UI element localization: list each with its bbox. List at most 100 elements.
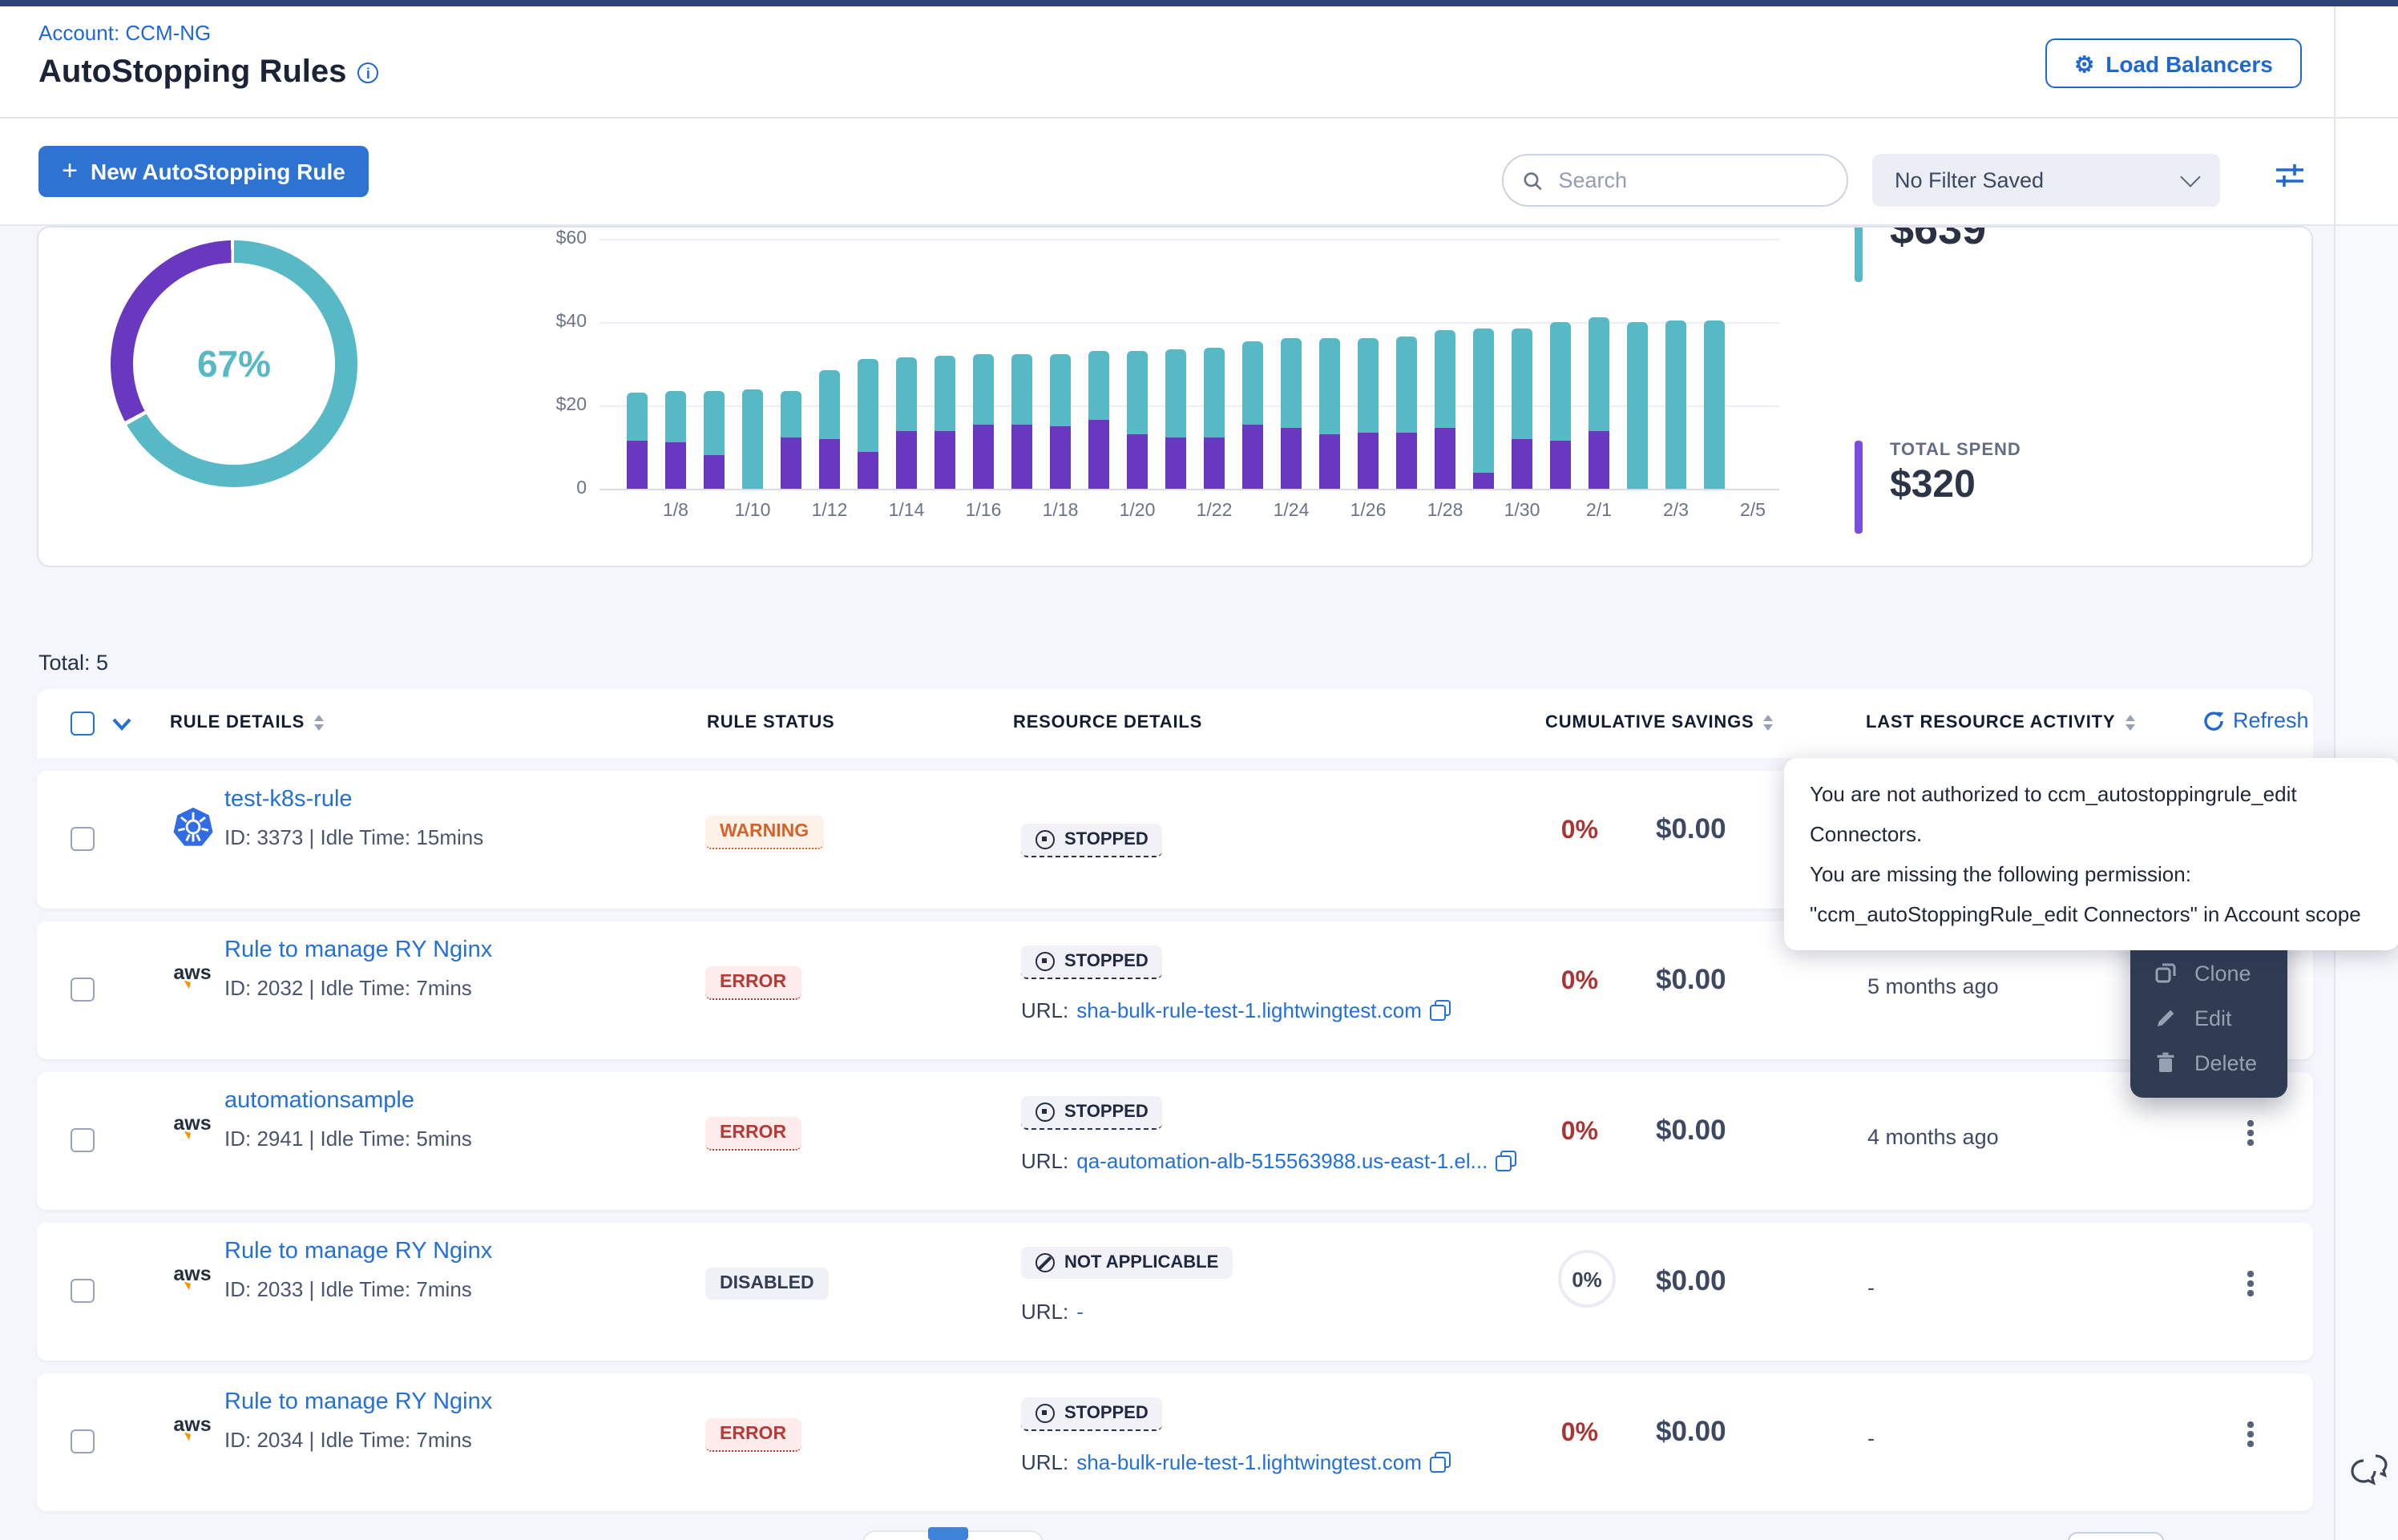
menu-item-clone[interactable]: Clone [2130, 950, 2287, 995]
row-actions-menu-icon[interactable] [2239, 1271, 2262, 1296]
load-balancers-button[interactable]: ⚙ Load Balancers [2045, 38, 2302, 88]
new-autostopping-rule-button[interactable]: + New AutoStopping Rule [38, 146, 369, 197]
toolbar: + New AutoStopping Rule No Filter Saved [0, 119, 2398, 226]
rule-name-link[interactable]: test-k8s-rule [224, 787, 353, 812]
aws-icon: aws [168, 963, 216, 982]
breadcrumb-account-link[interactable]: Account: CCM-NG [38, 21, 211, 45]
rule-name-link[interactable]: Rule to manage RY Nginx [224, 937, 492, 963]
x-tick-label: 1/12 [797, 502, 862, 521]
status-badge: ERROR [705, 1117, 801, 1151]
resource-url-link[interactable]: qa-automation-alb-515563988.us-east-1.el… [1076, 1149, 1488, 1173]
sort-icon [1764, 715, 1774, 731]
saved-filter-select[interactable]: No Filter Saved [1872, 154, 2220, 207]
resource-url-line: URL: sha-bulk-rule-test-1.lightwingtest.… [1021, 998, 1451, 1022]
bar-1/18 [1050, 353, 1071, 489]
resource-state-badge: NOT APPLICABLE [1021, 1247, 1233, 1279]
bar-1/13 [858, 360, 878, 489]
last-activity: - [1867, 1276, 1875, 1300]
select-all-checkbox[interactable] [71, 712, 95, 736]
bar-2/3 [1665, 320, 1686, 489]
savings-percent: 0% [1502, 968, 1598, 997]
total-savings-value: $639 [1890, 226, 1986, 255]
savings-legend-swatch [1855, 226, 1863, 282]
refresh-button[interactable]: Refresh [2202, 708, 2309, 732]
autostopping-rules-page: Account: CCM-NG AutoStopping Rules i ⚙ L… [0, 0, 2398, 1540]
copy-icon[interactable] [1496, 1151, 1516, 1171]
column-cumulative-savings[interactable]: CUMULATIVE SAVINGS [1545, 713, 1774, 732]
bar-1/14 [896, 357, 917, 489]
row-checkbox[interactable] [71, 1429, 95, 1453]
info-icon[interactable]: i [357, 62, 378, 83]
search-input[interactable] [1555, 167, 1827, 194]
rule-name-link[interactable]: Rule to manage RY Nginx [224, 1239, 492, 1264]
table-row: aws automationsample ID: 2941 | Idle Tim… [37, 1072, 2313, 1210]
tooltip-caret [2188, 878, 2217, 909]
bar-1/10 [742, 389, 763, 489]
bar-1/31 [1550, 322, 1571, 489]
search-icon [1523, 169, 1542, 191]
chevron-down-icon [2180, 167, 2200, 187]
tooltip-line: You are not authorized to ccm_autostoppi… [1810, 774, 2374, 854]
chat-support-icon[interactable] [2347, 1450, 2392, 1492]
x-tick-label: 1/20 [1105, 502, 1169, 521]
bar-2/2 [1627, 322, 1648, 489]
stopped-icon [1036, 1404, 1055, 1423]
copy-icon[interactable] [1430, 1000, 1451, 1021]
resource-url-link[interactable]: sha-bulk-rule-test-1.lightwingtest.com [1076, 998, 1422, 1022]
column-rule-status: RULE STATUS [707, 713, 835, 732]
gear-icon: ⚙ [2074, 52, 2094, 75]
bar-1/16 [973, 353, 994, 489]
permission-tooltip: You are not authorized to ccm_autostoppi… [1784, 758, 2398, 950]
page-title: AutoStopping Rules i [38, 54, 378, 91]
row-checkbox[interactable] [71, 1128, 95, 1152]
pagination-active-page[interactable] [928, 1527, 968, 1540]
savings-amount: $0.00 [1656, 1264, 1726, 1298]
not-applicable-icon [1036, 1253, 1055, 1272]
menu-item-delete[interactable]: Delete [2130, 1040, 2287, 1085]
search-box[interactable] [1502, 154, 1848, 207]
savings-percent: 0% [1502, 1420, 1598, 1449]
aws-icon: aws [168, 1415, 216, 1434]
column-resource-details: RESOURCE DETAILS [1013, 713, 1202, 732]
row-checkbox[interactable] [71, 978, 95, 1002]
savings-amount: $0.00 [1656, 1114, 1726, 1147]
bar-1/30 [1512, 329, 1532, 489]
trash-icon [2154, 1051, 2177, 1074]
x-tick-label: 1/26 [1336, 502, 1400, 521]
row-checkbox[interactable] [71, 827, 95, 851]
row-actions-menu-icon[interactable] [2239, 1120, 2262, 1145]
savings-percent: 0% [1502, 817, 1598, 846]
filter-panel-icon[interactable] [2275, 160, 2305, 191]
rule-name-link[interactable]: Rule to manage RY Nginx [224, 1389, 492, 1415]
x-tick-label: 2/3 [1644, 502, 1708, 521]
bar-1/28 [1435, 330, 1455, 489]
column-rule-details[interactable]: RULE DETAILS [170, 713, 324, 732]
bar-1/26 [1358, 339, 1379, 489]
x-tick-label: 1/16 [951, 502, 1015, 521]
spend-legend-swatch [1855, 441, 1863, 534]
x-tick-label: 1/18 [1028, 502, 1092, 521]
x-tick-label: 1/14 [874, 502, 939, 521]
total-spend-label: TOTAL SPEND [1890, 441, 2021, 460]
column-last-resource-activity[interactable]: LAST RESOURCE ACTIVITY [1866, 713, 2134, 732]
resource-url-link[interactable]: - [1076, 1300, 1084, 1324]
bottom-right-button[interactable] [2068, 1532, 2164, 1540]
row-checkbox[interactable] [71, 1279, 95, 1303]
total-spend-value: $320 [1890, 463, 1976, 508]
rule-name-link[interactable]: automationsample [224, 1088, 414, 1114]
bulk-actions-chevron-icon[interactable] [112, 718, 131, 731]
rule-id-line: ID: 2032 | Idle Time: 7mins [224, 976, 472, 1000]
x-tick-label: 1/30 [1490, 502, 1554, 521]
savings-amount: $0.00 [1656, 1415, 1726, 1449]
resource-state-badge: STOPPED [1021, 1397, 1163, 1431]
resource-state-badge: STOPPED [1021, 1096, 1163, 1130]
copy-icon[interactable] [1430, 1452, 1451, 1473]
row-actions-menu-icon[interactable] [2239, 1421, 2262, 1446]
resource-url-link[interactable]: sha-bulk-rule-test-1.lightwingtest.com [1076, 1450, 1422, 1474]
refresh-icon [2202, 709, 2225, 732]
menu-item-edit[interactable]: Edit [2130, 995, 2287, 1040]
savings-amount: $0.00 [1656, 812, 1726, 846]
kubernetes-icon [172, 806, 215, 857]
bar-2/1 [1589, 318, 1609, 489]
last-activity: 5 months ago [1867, 974, 1999, 998]
